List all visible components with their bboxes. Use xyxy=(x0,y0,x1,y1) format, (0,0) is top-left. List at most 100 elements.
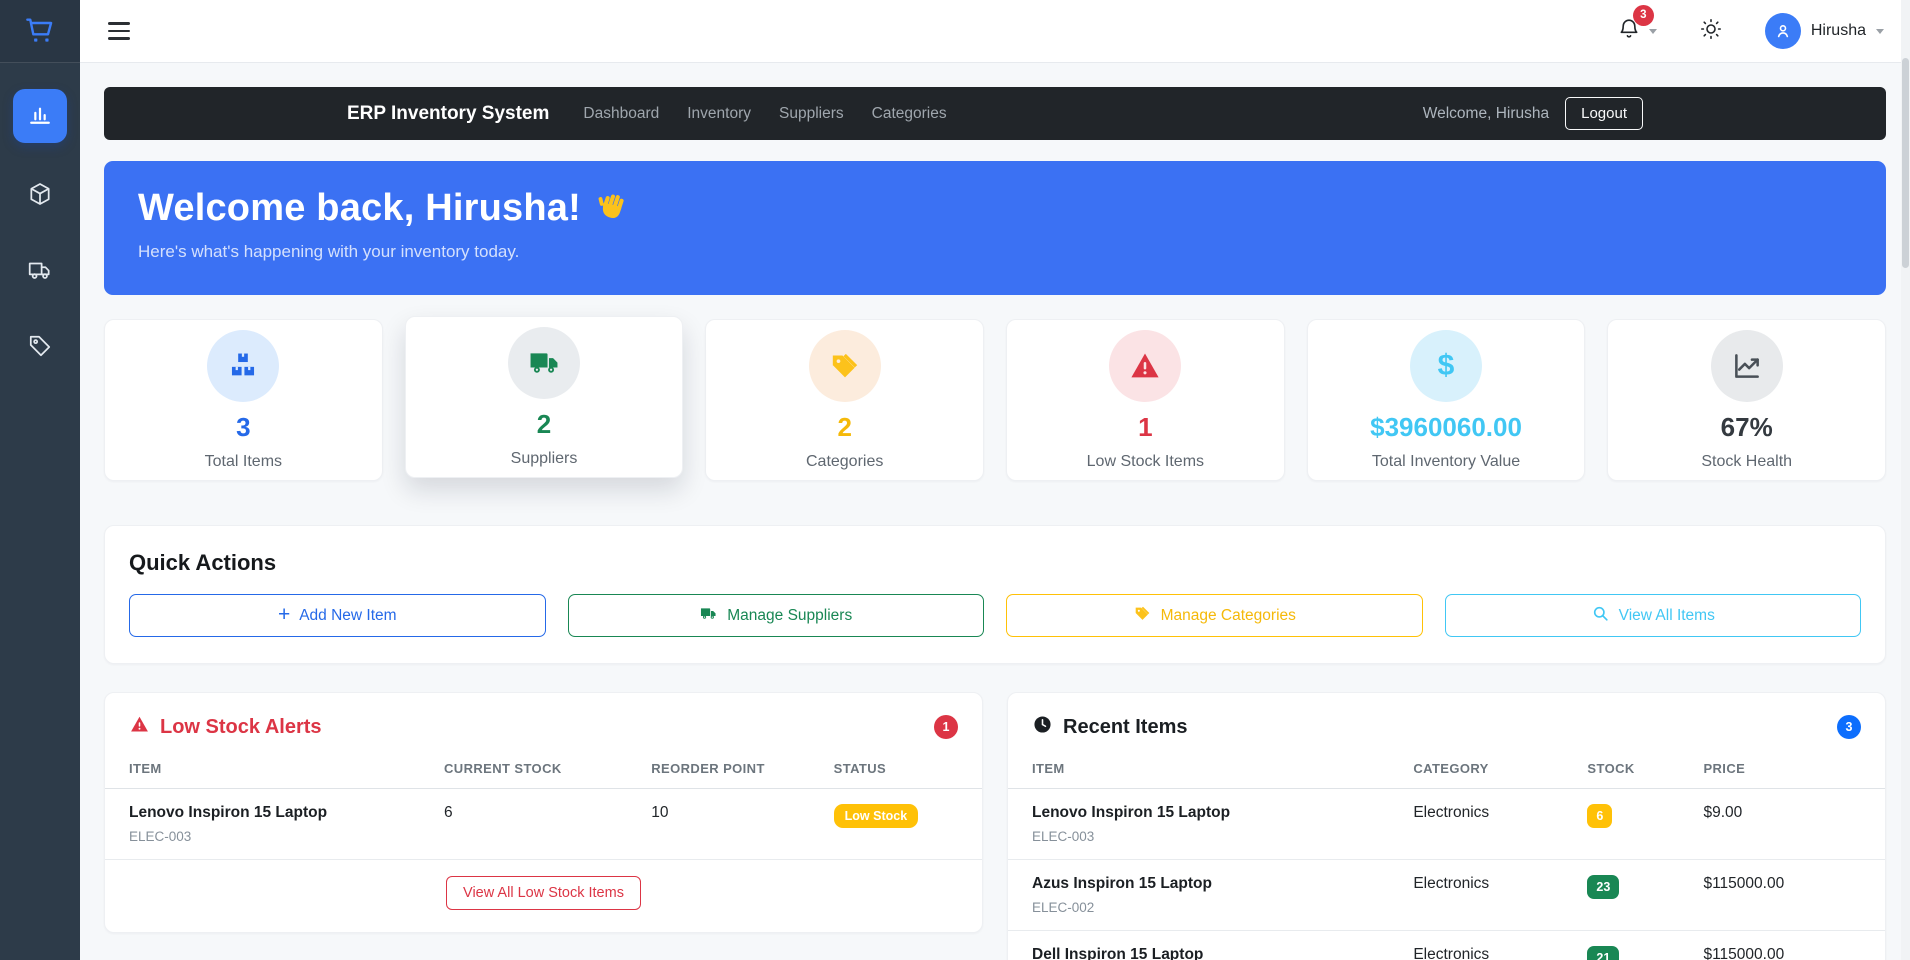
stats-row: 3 Total Items 2 Suppliers 2 Categories 1… xyxy=(104,316,1887,481)
stat-label: Categories xyxy=(805,452,884,470)
truck-icon xyxy=(27,257,53,288)
item-category: Electronics xyxy=(1413,946,1490,960)
stat-label: Stock Health xyxy=(1701,452,1793,470)
item-name: Dell Inspiron 15 Laptop xyxy=(1032,946,1204,960)
stock-badge: 23 xyxy=(1587,875,1620,899)
clock-icon xyxy=(1032,714,1053,740)
truck-icon xyxy=(508,326,580,399)
logout-button[interactable]: Logout xyxy=(1565,97,1643,130)
scrollbar-thumb[interactable] xyxy=(1902,58,1909,268)
nav-link-inventory[interactable]: Inventory xyxy=(687,105,751,123)
bar-chart-icon xyxy=(26,100,54,133)
item-name: Azus Inspiron 15 Laptop xyxy=(1032,875,1212,892)
top-header-bar: 3 Hirusha xyxy=(80,0,1910,63)
avatar xyxy=(1764,13,1801,49)
menu-toggle-button[interactable] xyxy=(108,22,130,40)
warning-icon xyxy=(1109,329,1182,402)
tag-icon xyxy=(1133,604,1152,628)
quick-actions-heading: Quick Actions xyxy=(129,550,277,575)
truck-icon xyxy=(699,604,718,628)
boxes-icon xyxy=(207,329,280,402)
item-price: $115000.00 xyxy=(1703,875,1785,892)
stat-value: 2 xyxy=(837,411,852,442)
column-header-price: Price xyxy=(1703,761,1746,776)
search-icon xyxy=(1591,604,1610,628)
table-row[interactable]: Dell Inspiron 15 Laptop ELEC-001 Electro… xyxy=(1008,931,1885,960)
sidebar-item-inventory[interactable] xyxy=(17,173,63,219)
view-all-low-stock-button[interactable]: View All Low Stock Items xyxy=(446,876,641,910)
notification-count-badge: 3 xyxy=(1632,4,1654,26)
table-row[interactable]: Azus Inspiron 15 Laptop ELEC-002 Electro… xyxy=(1008,860,1885,931)
app-logo-cart-icon[interactable] xyxy=(0,0,80,63)
graph-up-icon xyxy=(1710,329,1783,402)
table-row[interactable]: Lenovo Inspiron 15 Laptop ELEC-003 Elect… xyxy=(1008,789,1885,860)
plus-icon: + xyxy=(277,603,291,626)
sidebar xyxy=(0,0,80,960)
button-label: Add New Item xyxy=(299,606,397,624)
nav-link-dashboard[interactable]: Dashboard xyxy=(583,105,659,123)
low-stock-alerts-card: Low Stock Alerts 1 Item Current Stock Re… xyxy=(104,692,983,933)
stock-badge: 21 xyxy=(1587,946,1620,960)
nav-link-suppliers[interactable]: Suppliers xyxy=(779,105,844,123)
view-all-items-button[interactable]: View All Items xyxy=(1444,594,1861,637)
item-code: ELEC-003 xyxy=(1032,829,1095,844)
welcome-banner: Welcome back, Hirusha! Here's what's hap… xyxy=(104,161,1886,295)
status-badge: Low Stock xyxy=(833,804,919,828)
item-name: Lenovo Inspiron 15 Laptop xyxy=(129,804,328,821)
main-area: 3 Hirusha ERP Inventory System Dashboard… xyxy=(80,0,1910,960)
card-title: Recent Items xyxy=(1063,715,1188,738)
current-stock-value: 6 xyxy=(444,804,453,821)
recent-items-card: Recent Items 3 Item Category Stock Price… xyxy=(1007,692,1886,960)
topbar-actions: 3 Hirusha xyxy=(1617,4,1884,49)
chevron-down-icon xyxy=(1876,28,1884,34)
stat-card-suppliers[interactable]: 2 Suppliers xyxy=(404,316,684,478)
sun-icon xyxy=(1699,17,1723,46)
notifications-button[interactable]: 3 xyxy=(1617,4,1657,46)
item-category: Electronics xyxy=(1413,804,1490,821)
sidebar-item-categories[interactable] xyxy=(17,325,63,371)
table-header: Item Current Stock Reorder Point Status xyxy=(105,755,982,789)
navbar-links: Dashboard Inventory Suppliers Categories xyxy=(583,105,946,123)
item-price: $115000.00 xyxy=(1703,946,1785,960)
stat-value: 1 xyxy=(1138,411,1153,442)
item-price: $9.00 xyxy=(1703,804,1743,821)
stock-badge: 6 xyxy=(1587,804,1613,828)
card-title: Low Stock Alerts xyxy=(160,715,322,738)
navbar-welcome-text: Welcome, Hirusha xyxy=(1422,104,1550,122)
button-label: Manage Suppliers xyxy=(727,606,853,624)
chevron-down-icon xyxy=(1648,28,1657,34)
stat-label: Total Items xyxy=(204,452,283,470)
manage-categories-button[interactable]: Manage Categories xyxy=(1006,594,1423,637)
stat-card-categories[interactable]: 2 Categories xyxy=(705,319,985,481)
reorder-point-value: 10 xyxy=(651,804,669,821)
dollar-icon: $ xyxy=(1410,329,1483,402)
theme-toggle-button[interactable] xyxy=(1699,17,1723,46)
manage-suppliers-button[interactable]: Manage Suppliers xyxy=(567,594,984,637)
user-menu[interactable]: Hirusha xyxy=(1764,13,1884,49)
quick-actions-panel: Quick Actions + Add New Item Manage Supp… xyxy=(104,525,1886,664)
tags-icon xyxy=(808,329,881,402)
item-code: ELEC-003 xyxy=(129,829,192,844)
stat-card-stock-health[interactable]: 67% Stock Health xyxy=(1607,319,1887,481)
column-header-item: Item xyxy=(1032,761,1065,776)
box-icon xyxy=(27,181,53,212)
sidebar-nav xyxy=(0,63,80,371)
stat-card-inventory-value[interactable]: $ $3960060.00 Total Inventory Value xyxy=(1306,319,1586,481)
banner-title: Welcome back, Hirusha! xyxy=(138,187,581,229)
item-name: Lenovo Inspiron 15 Laptop xyxy=(1032,804,1231,821)
sidebar-item-dashboard[interactable] xyxy=(13,89,67,143)
column-header-category: Category xyxy=(1413,761,1489,776)
table-row[interactable]: Lenovo Inspiron 15 Laptop ELEC-003 6 10 … xyxy=(105,789,982,860)
add-new-item-button[interactable]: + Add New Item xyxy=(129,594,546,637)
page-scrollbar[interactable] xyxy=(1901,0,1910,960)
sidebar-item-suppliers[interactable] xyxy=(17,249,63,295)
dashboard-page: 3 Hirusha ERP Inventory System Dashboard… xyxy=(0,0,1910,960)
stat-card-total-items[interactable]: 3 Total Items xyxy=(104,319,383,481)
navbar-brand[interactable]: ERP Inventory System xyxy=(347,103,549,125)
nav-link-categories[interactable]: Categories xyxy=(872,105,947,123)
stat-label: Total Inventory Value xyxy=(1371,452,1521,470)
stat-card-low-stock[interactable]: 1 Low Stock Items xyxy=(1006,319,1285,481)
column-header-status: Status xyxy=(833,761,887,776)
stat-label: Suppliers xyxy=(510,449,578,467)
page-content: ERP Inventory System Dashboard Inventory… xyxy=(80,63,1910,960)
